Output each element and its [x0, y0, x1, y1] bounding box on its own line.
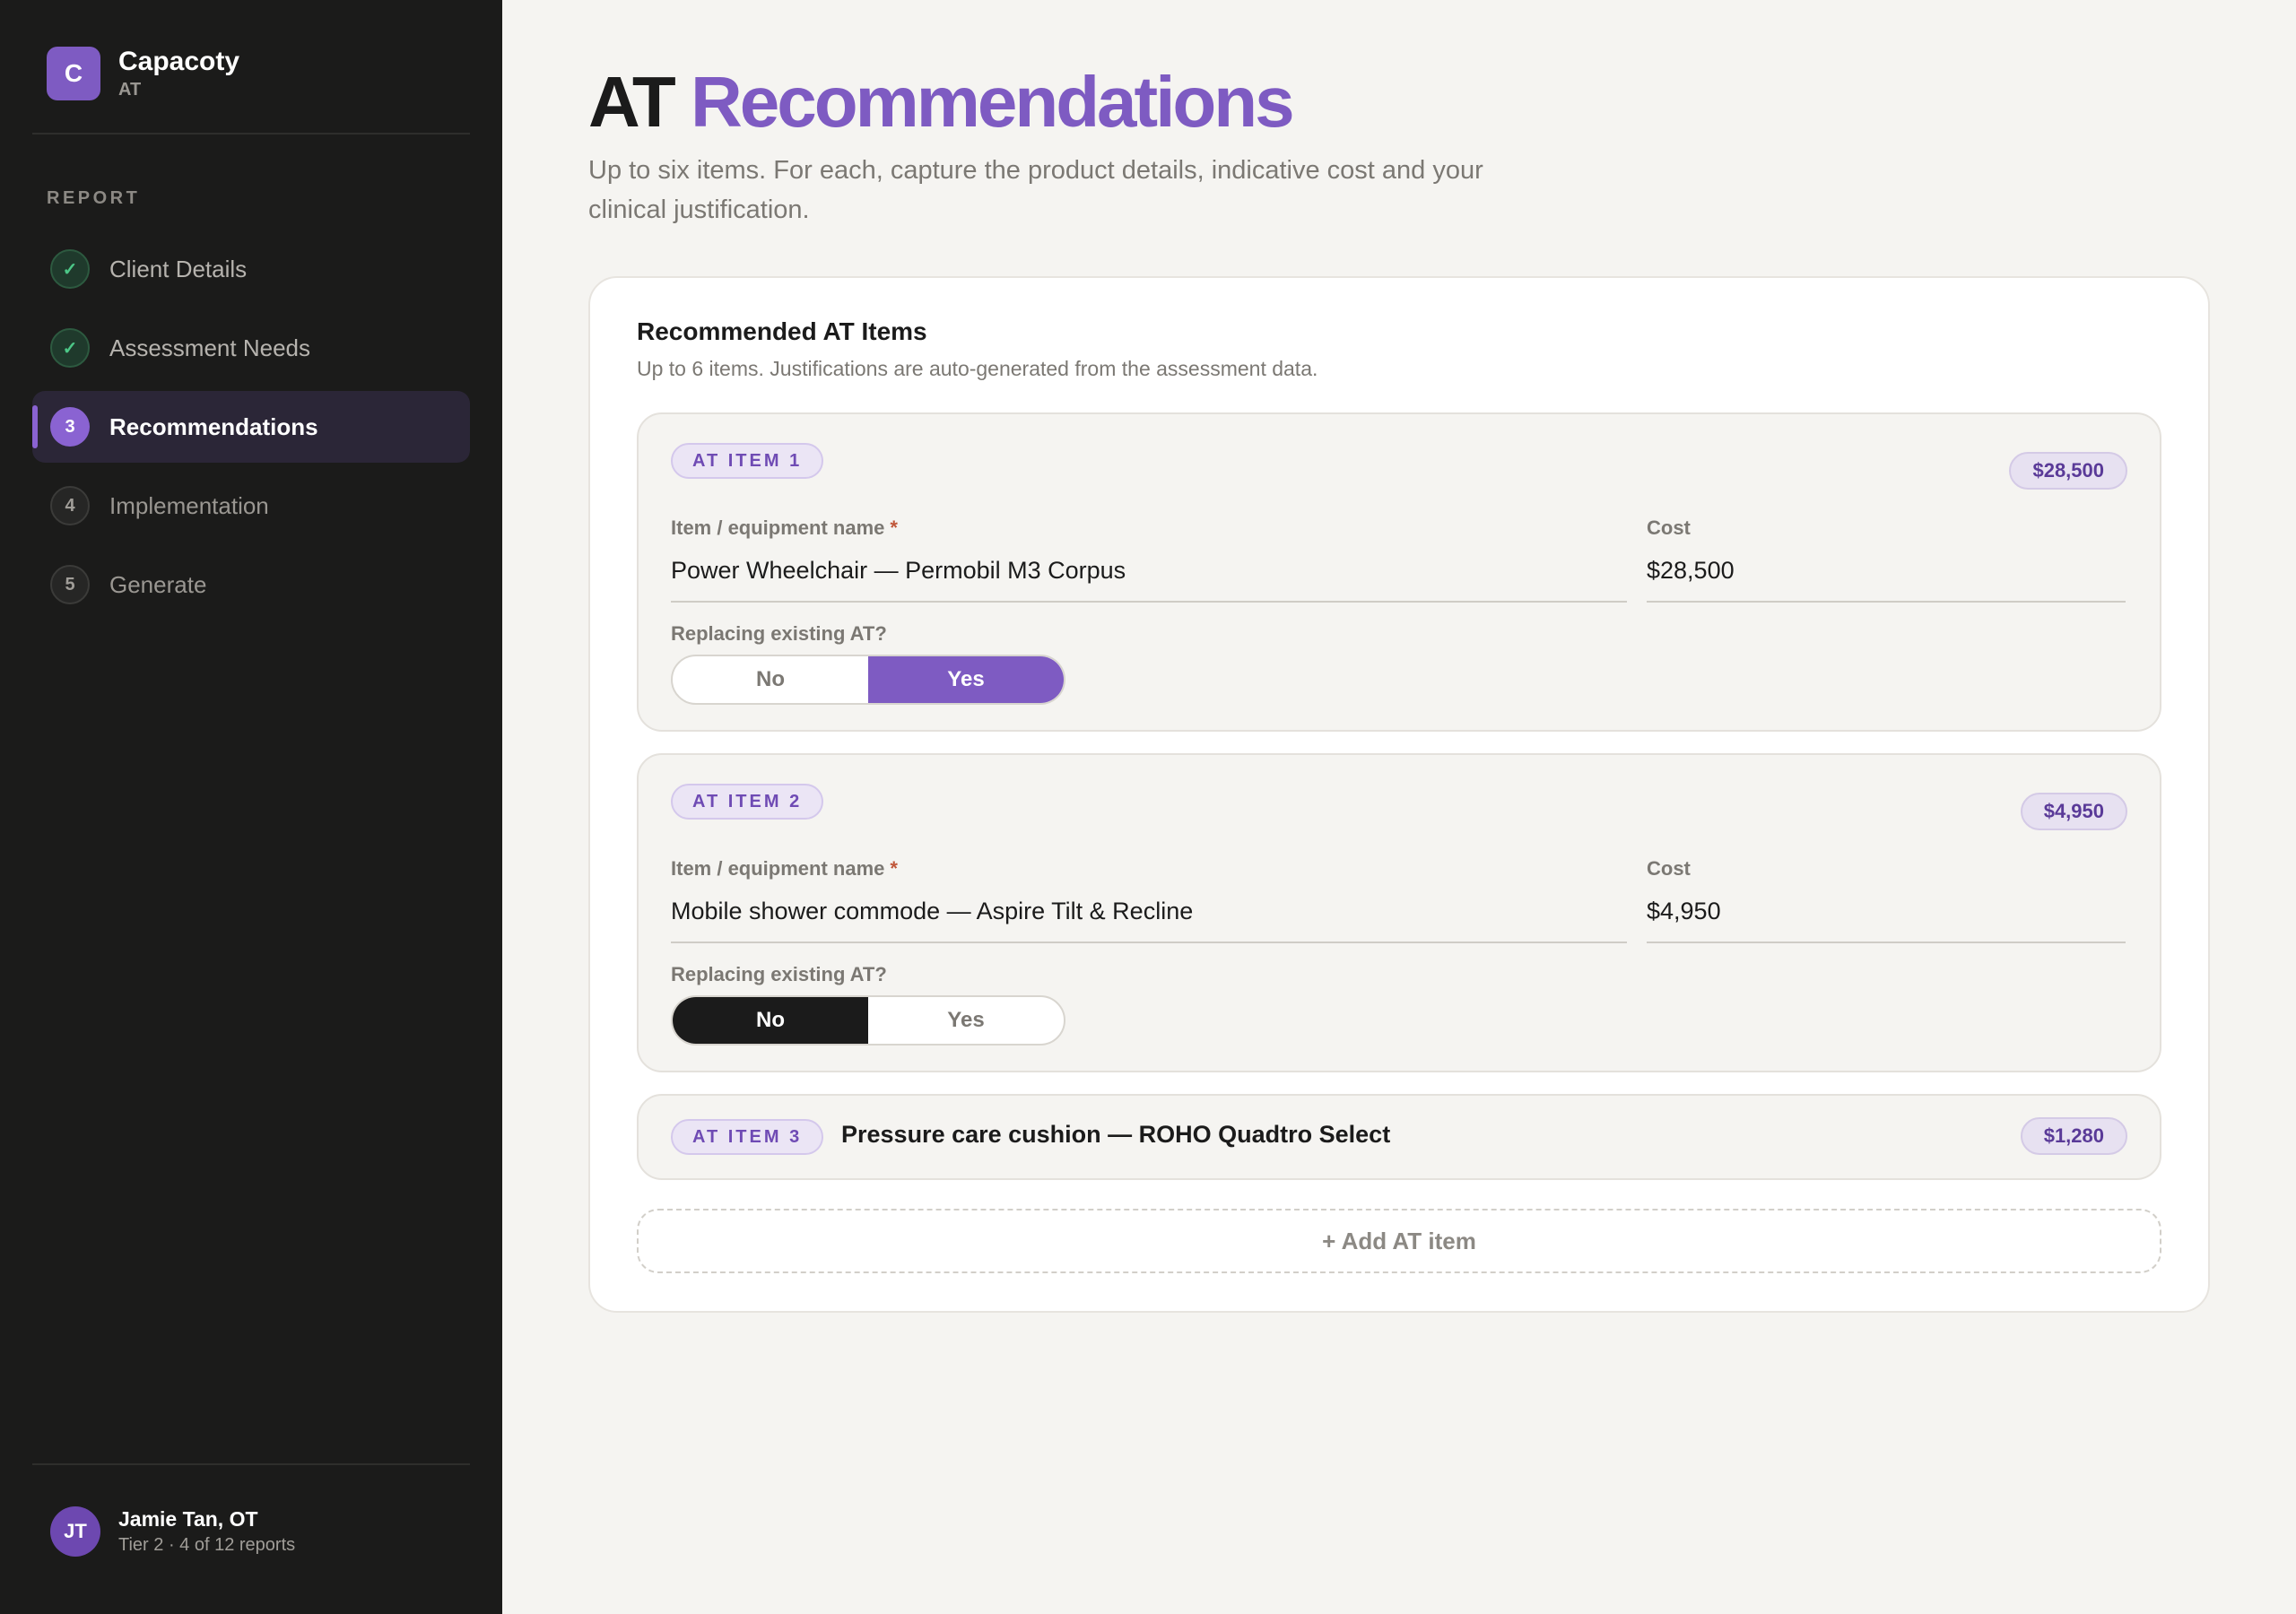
cost-badge: $4,950 — [2020, 793, 2127, 830]
brand-logo: C — [47, 47, 100, 100]
brand-subtitle: AT — [118, 80, 142, 100]
replacing-toggle: No Yes — [671, 655, 1065, 705]
user-meta: Tier 2 · 4 of 12 reports — [118, 1535, 296, 1555]
sidebar-divider — [32, 1463, 470, 1465]
check-icon: ✓ — [50, 249, 90, 289]
brand[interactable]: C Capacoty AT — [47, 47, 239, 100]
at-item-3[interactable]: AT ITEM 3 Pressure care cushion — ROHO Q… — [637, 1094, 2161, 1180]
card-description: Up to 6 items. Justifications are auto-g… — [637, 357, 1318, 380]
add-at-item-button[interactable]: + Add AT item — [637, 1209, 2161, 1273]
sidebar: C Capacoty AT REPORT ✓ Client Details ✓ … — [0, 0, 502, 1614]
item-tag: AT ITEM 3 — [671, 1119, 824, 1155]
item-name-label: Item / equipment name * — [671, 857, 898, 881]
cost-badge: $28,500 — [2009, 452, 2127, 490]
sidebar-item-label: Recommendations — [109, 412, 318, 440]
toggle-no-button[interactable]: No — [673, 997, 868, 1044]
at-item-2: AT ITEM 2 $4,950 Item / equipment name * … — [637, 753, 2161, 1072]
sidebar-item-label: Assessment Needs — [109, 334, 310, 361]
page-subtitle: Up to six items. For each, capture the p… — [588, 156, 1483, 224]
replacing-label: Replacing existing AT? — [671, 622, 887, 645]
step-number-badge: 5 — [50, 565, 90, 604]
cost-field[interactable]: $4,950 — [1647, 893, 2126, 943]
toggle-yes-button[interactable]: Yes — [868, 997, 1064, 1044]
replacing-toggle: No Yes — [671, 995, 1065, 1046]
sidebar-item-label: Implementation — [109, 491, 269, 519]
cost-label: Cost — [1647, 857, 1691, 880]
sidebar-item-label: Generate — [109, 570, 207, 598]
item-name-field[interactable]: Mobile shower commode — Aspire Tilt & Re… — [671, 893, 1627, 943]
sidebar-item-label: Client Details — [109, 255, 248, 282]
sidebar-item-generate[interactable]: 5 Generate — [32, 549, 470, 620]
brand-text: Capacoty AT — [118, 47, 239, 100]
sidebar-item-recommendations[interactable]: 3 Recommendations — [32, 391, 470, 463]
item-tag: AT ITEM 1 — [671, 443, 824, 479]
item-name-label-text: Item / equipment name — [671, 857, 885, 880]
avatar: JT — [50, 1506, 100, 1557]
brand-name: Capacoty — [118, 47, 240, 76]
page-title-prefix: AT — [588, 62, 676, 142]
item-tag: AT ITEM 2 — [671, 784, 824, 820]
check-icon: ✓ — [50, 328, 90, 368]
sidebar-item-implementation[interactable]: 4 Implementation — [32, 470, 470, 542]
replacing-label: Replacing existing AT? — [671, 963, 887, 985]
step-number-badge: 4 — [50, 486, 90, 525]
collapsed-item-title: Pressure care cushion — ROHO Quadtro Sel… — [841, 1121, 1391, 1148]
cost-label: Cost — [1647, 516, 1691, 539]
at-item-1: AT ITEM 1 $28,500 Item / equipment name *… — [637, 412, 2161, 732]
user-profile[interactable]: JT Jamie Tan, OT Tier 2 · 4 of 12 report… — [50, 1506, 295, 1557]
sidebar-divider — [32, 133, 470, 134]
card-title: Recommended AT Items — [637, 317, 927, 345]
step-number-badge: 3 — [50, 407, 90, 447]
report-steps-nav: ✓ Client Details ✓ Assessment Needs 3 Re… — [32, 233, 470, 628]
toggle-yes-button[interactable]: Yes — [868, 656, 1064, 703]
item-name-label: Item / equipment name * — [671, 516, 898, 540]
cost-field[interactable]: $28,500 — [1647, 552, 2126, 603]
page-title: AT Recommendations — [588, 59, 1295, 145]
toggle-no-button[interactable]: No — [673, 656, 868, 703]
section-label-report: REPORT — [47, 188, 141, 208]
item-name-field[interactable]: Power Wheelchair — Permobil M3 Corpus — [671, 552, 1627, 603]
item-name-label-text: Item / equipment name — [671, 516, 885, 539]
user-name: Jamie Tan, OT — [118, 1507, 258, 1531]
user-text: Jamie Tan, OT Tier 2 · 4 of 12 reports — [118, 1506, 295, 1557]
page-title-accent: Recommendations — [690, 62, 1295, 142]
cost-badge: $1,280 — [2020, 1117, 2127, 1155]
required-mark: * — [890, 857, 898, 880]
required-mark: * — [890, 516, 898, 539]
recommended-items-card: Recommended AT Items Up to 6 items. Just… — [588, 276, 2210, 1313]
sidebar-item-client-details[interactable]: ✓ Client Details — [32, 233, 470, 305]
sidebar-item-assessment-needs[interactable]: ✓ Assessment Needs — [32, 312, 470, 384]
